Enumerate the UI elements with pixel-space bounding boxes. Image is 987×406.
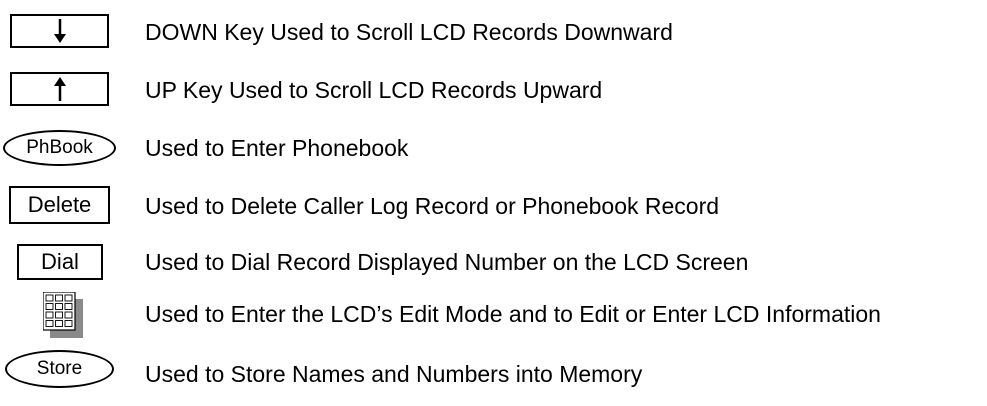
store-key-description: Used to Store Names and Numbers into Mem… (145, 361, 643, 387)
dial-key-label: Dial (41, 249, 79, 274)
delete-key-description: Used to Delete Caller Log Record or Phon… (145, 193, 720, 219)
down-arrow-icon (53, 19, 66, 43)
phbook-key-label: PhBook (26, 137, 93, 158)
legend-row-dial: Dial Used to Dial Record Displayed Numbe… (0, 236, 987, 288)
keypad-key (43, 292, 83, 338)
up-key (10, 72, 109, 106)
keypad-key-description: Used to Enter the LCD’s Edit Mode and to… (145, 301, 881, 327)
store-key: Store (5, 350, 114, 388)
keypad-icon (43, 292, 83, 338)
legend-row-keypad: Used to Enter the LCD’s Edit Mode and to… (0, 290, 987, 342)
legend-row-up: UP Key Used to Scroll LCD Records Upward (0, 64, 987, 116)
legend-row-phbook: PhBook Used to Enter Phonebook (0, 122, 987, 174)
delete-key: Delete (9, 186, 110, 224)
up-arrow-icon (53, 77, 66, 101)
store-key-label: Store (36, 358, 83, 379)
up-key-description: UP Key Used to Scroll LCD Records Upward (145, 77, 603, 103)
down-key-description: DOWN Key Used to Scroll LCD Records Down… (145, 19, 673, 45)
legend-row-down: DOWN Key Used to Scroll LCD Records Down… (0, 6, 987, 58)
delete-key-label: Delete (27, 192, 92, 217)
legend-row-store: Store Used to Store Names and Numbers in… (0, 346, 987, 398)
legend-row-delete: Delete Used to Delete Caller Log Record … (0, 180, 987, 232)
phbook-key-description: Used to Enter Phonebook (145, 135, 409, 161)
phbook-key: PhBook (3, 130, 116, 166)
dial-key: Dial (17, 244, 103, 280)
dial-key-description: Used to Dial Record Displayed Number on … (145, 249, 749, 275)
down-key (10, 14, 109, 48)
